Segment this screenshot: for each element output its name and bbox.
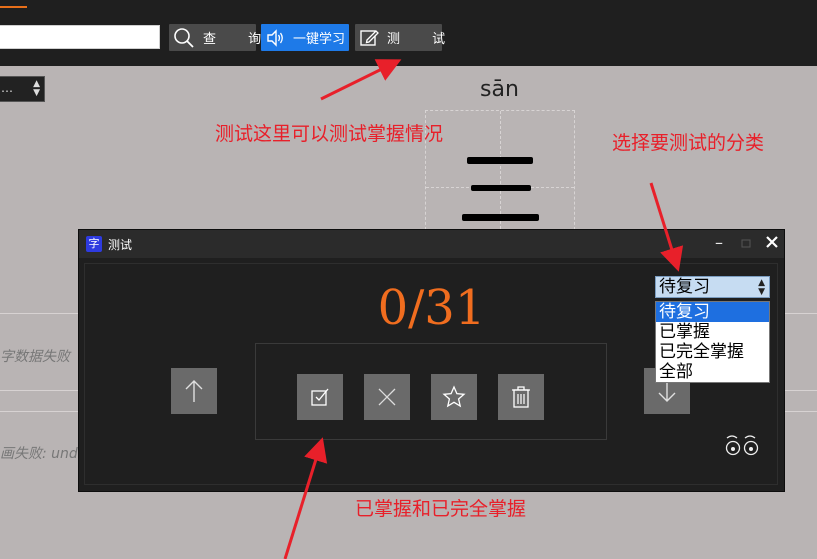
- arrow-to-mastered-button: [283, 437, 328, 559]
- arrow-to-test-button: [320, 59, 402, 101]
- arrow-to-category-select: [649, 182, 684, 272]
- annotation-arrows: [283, 59, 684, 559]
